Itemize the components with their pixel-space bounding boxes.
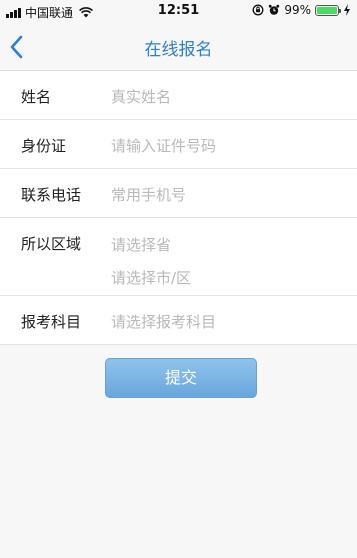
nav-bar: 在线报名 bbox=[0, 24, 357, 71]
city-select[interactable]: 请选择市/区 bbox=[111, 267, 191, 288]
status-bar: 中国联通 12:51 99% bbox=[0, 0, 357, 24]
battery-fill bbox=[317, 6, 337, 14]
rotation-lock-icon bbox=[252, 4, 264, 16]
battery-icon bbox=[315, 4, 341, 16]
subject-select[interactable]: 请选择报考科目 bbox=[111, 311, 216, 332]
phone-row: 联系电话 常用手机号 bbox=[0, 169, 357, 218]
region-row: 所以区域 请选择省 请选择市/区 bbox=[0, 218, 357, 296]
subject-label: 报考科目 bbox=[21, 313, 82, 331]
id-card-input[interactable]: 请输入证件号码 bbox=[111, 135, 216, 156]
name-input[interactable]: 真实姓名 bbox=[111, 86, 171, 107]
name-label: 姓名 bbox=[21, 88, 52, 106]
phone-label: 联系电话 bbox=[21, 186, 82, 204]
registration-form: 姓名 真实姓名 身份证 请输入证件号码 联系电话 常用手机号 所以区域 请选择省… bbox=[0, 71, 357, 345]
submit-button[interactable]: 提交 bbox=[105, 358, 257, 398]
status-bar-right: 99% bbox=[252, 3, 351, 17]
subject-row: 报考科目 请选择报考科目 bbox=[0, 296, 357, 345]
id-card-row: 身份证 请输入证件号码 bbox=[0, 120, 357, 169]
region-label: 所以区域 bbox=[21, 235, 82, 253]
id-card-label: 身份证 bbox=[21, 137, 67, 155]
charging-icon bbox=[344, 4, 350, 16]
name-row: 姓名 真实姓名 bbox=[0, 71, 357, 120]
page-title: 在线报名 bbox=[144, 40, 213, 60]
alarm-icon bbox=[269, 4, 280, 15]
battery-percent: 99% bbox=[284, 3, 311, 17]
province-select[interactable]: 请选择省 bbox=[111, 234, 171, 255]
phone-input[interactable]: 常用手机号 bbox=[111, 184, 186, 205]
